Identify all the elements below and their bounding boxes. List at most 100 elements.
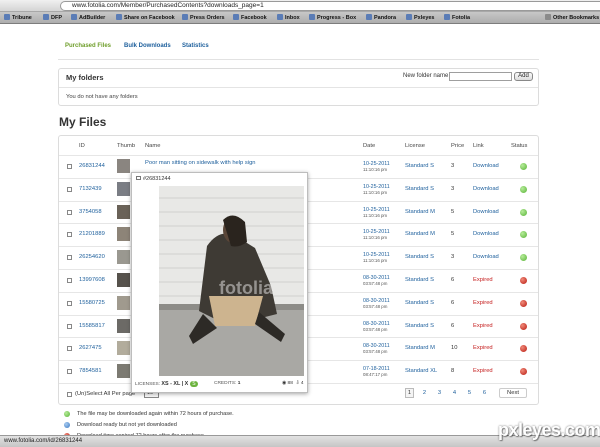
bookmark-adbuilder[interactable]: AdBuilder [71,14,105,22]
file-id-link[interactable]: 13997608 [79,277,105,283]
file-license-link[interactable]: Standard S [405,254,434,260]
file-id-link[interactable]: 26831244 [79,163,105,169]
file-date: 10-25-2011 11:10:16 pm [363,229,390,241]
file-date: 10-25-2011 11:10:16 pm [363,207,390,219]
file-license-link[interactable]: Standard M [405,345,435,351]
row-checkbox[interactable] [67,323,72,329]
bookmark-icon [366,14,372,20]
file-license-link[interactable]: Standard S [405,163,434,169]
col-header-license[interactable]: License [405,143,425,149]
bookmark-fotolia[interactable]: Fotolia [444,14,470,22]
col-header-price[interactable]: Price [451,143,464,149]
row-checkbox[interactable] [67,164,72,169]
file-price: 6 [451,299,455,306]
file-license-link[interactable]: Standard S [405,186,434,192]
preview-image: fotolia [159,186,304,376]
bookmark-share-facebook[interactable]: Share on Facebook [116,14,175,22]
bookmark-press-orders[interactable]: Press Orders [182,14,225,22]
file-thumbnail[interactable] [117,341,130,356]
new-folder-input[interactable] [449,72,512,81]
file-price: 3 [451,254,455,261]
select-all-checkbox[interactable] [67,392,72,397]
site-watermark: pxleyes.com [498,420,600,440]
file-thumbnail[interactable] [117,273,130,287]
bookmark-pxleyes[interactable]: Pxleyes [406,14,435,22]
file-name-link[interactable]: Poor man sitting on sidewalk with help s… [145,160,256,166]
bookmark-dfp[interactable]: DFP [43,14,62,22]
file-thumbnail[interactable] [117,159,130,173]
download-link[interactable]: Download [473,254,499,260]
row-checkbox[interactable] [67,209,72,215]
col-header-id[interactable]: ID [79,143,85,149]
file-date: 08-30-2011 03:57:48 pm [363,275,390,287]
bookmark-tribune[interactable]: Tribune [4,14,32,22]
page-4-button[interactable]: 4 [450,388,459,398]
file-id-link[interactable]: 15580725 [79,300,105,306]
bookmark-inbox[interactable]: Inbox [277,14,300,22]
download-link[interactable]: Download [473,209,499,215]
file-license-link[interactable]: Standard S [405,300,434,306]
row-checkbox[interactable] [67,300,72,306]
row-checkbox[interactable] [67,186,72,192]
expired-label: Expired [473,322,493,329]
file-price: 6 [451,277,455,283]
file-price: 8 [451,368,455,375]
bookmark-icon [233,14,239,20]
file-thumbnail[interactable] [117,295,130,310]
file-thumbnail[interactable] [117,318,130,333]
col-header-date[interactable]: Date [363,143,375,149]
row-checkbox[interactable] [67,232,72,238]
file-thumbnail[interactable] [117,181,130,196]
file-id-link[interactable]: 7854581 [79,368,102,374]
page-2-button[interactable]: 2 [420,388,429,398]
file-id-link[interactable]: 15585817 [79,323,105,329]
file-thumbnail[interactable] [117,250,130,265]
add-folder-button[interactable]: Add [514,72,533,81]
file-id-link[interactable]: 3754058 [79,209,102,215]
file-license-link[interactable]: Standard S [405,323,434,329]
file-license-link[interactable]: Standard M [405,231,435,237]
file-date: 08-30-2011 03:57:48 pm [363,321,390,333]
file-id-link[interactable]: 2627475 [79,345,102,351]
page-6-button[interactable]: 6 [480,388,489,398]
red-status-icon [520,322,527,330]
select-all-label[interactable]: (Un)Select All Per page [75,391,135,397]
col-header-name[interactable]: Name [145,143,160,149]
file-id-link[interactable]: 7132439 [79,186,102,192]
col-header-thumb: Thumb [117,143,136,149]
tab-bulk-downloads[interactable]: Bulk Downloads [124,43,171,49]
url-field[interactable]: www.fotolia.com/Member/PurchasedContents… [60,1,600,11]
bookmark-pandora[interactable]: Pandora [366,14,396,22]
time-value: 11:10:16 pm [363,235,388,241]
preview-stats: ◉ 88 ⇩ 4 [282,381,304,386]
tab-statistics[interactable]: Statistics [182,43,209,49]
bookmark-other[interactable]: Other Bookmarks [545,14,599,22]
download-link[interactable]: Download [473,231,499,237]
row-checkbox[interactable] [67,255,72,261]
download-link[interactable]: Download [473,163,499,169]
download-link[interactable]: Download [473,186,499,192]
file-thumbnail[interactable] [117,204,130,219]
file-thumbnail[interactable] [117,227,130,242]
page-3-button[interactable]: 3 [435,388,444,398]
row-checkbox[interactable] [67,369,72,375]
file-date: 10-25-2011 11:10:16 pm [363,161,390,173]
file-price: 5 [451,231,455,238]
file-thumbnail[interactable] [117,364,130,379]
page-5-button[interactable]: 5 [465,388,474,398]
file-license-link[interactable]: Standard M [405,209,435,215]
tab-purchased-files[interactable]: Purchased Files [65,43,111,49]
bookmark-progress-box[interactable]: Progress - Box [309,14,356,22]
file-id-link[interactable]: 26254620 [79,254,105,260]
file-license-link[interactable]: Standard XL [405,368,437,374]
time-value: 03:57:48 pm [363,349,388,355]
bookmark-facebook[interactable]: Facebook [233,14,267,22]
page-1-button[interactable]: 1 [405,388,414,398]
file-id-link[interactable]: 21201889 [79,231,105,237]
row-checkbox[interactable] [67,278,72,283]
bookmark-icon [182,14,188,20]
next-page-button[interactable]: Next [499,388,527,398]
file-license-link[interactable]: Standard S [405,277,434,283]
row-checkbox[interactable] [67,346,72,352]
divider [59,87,538,88]
